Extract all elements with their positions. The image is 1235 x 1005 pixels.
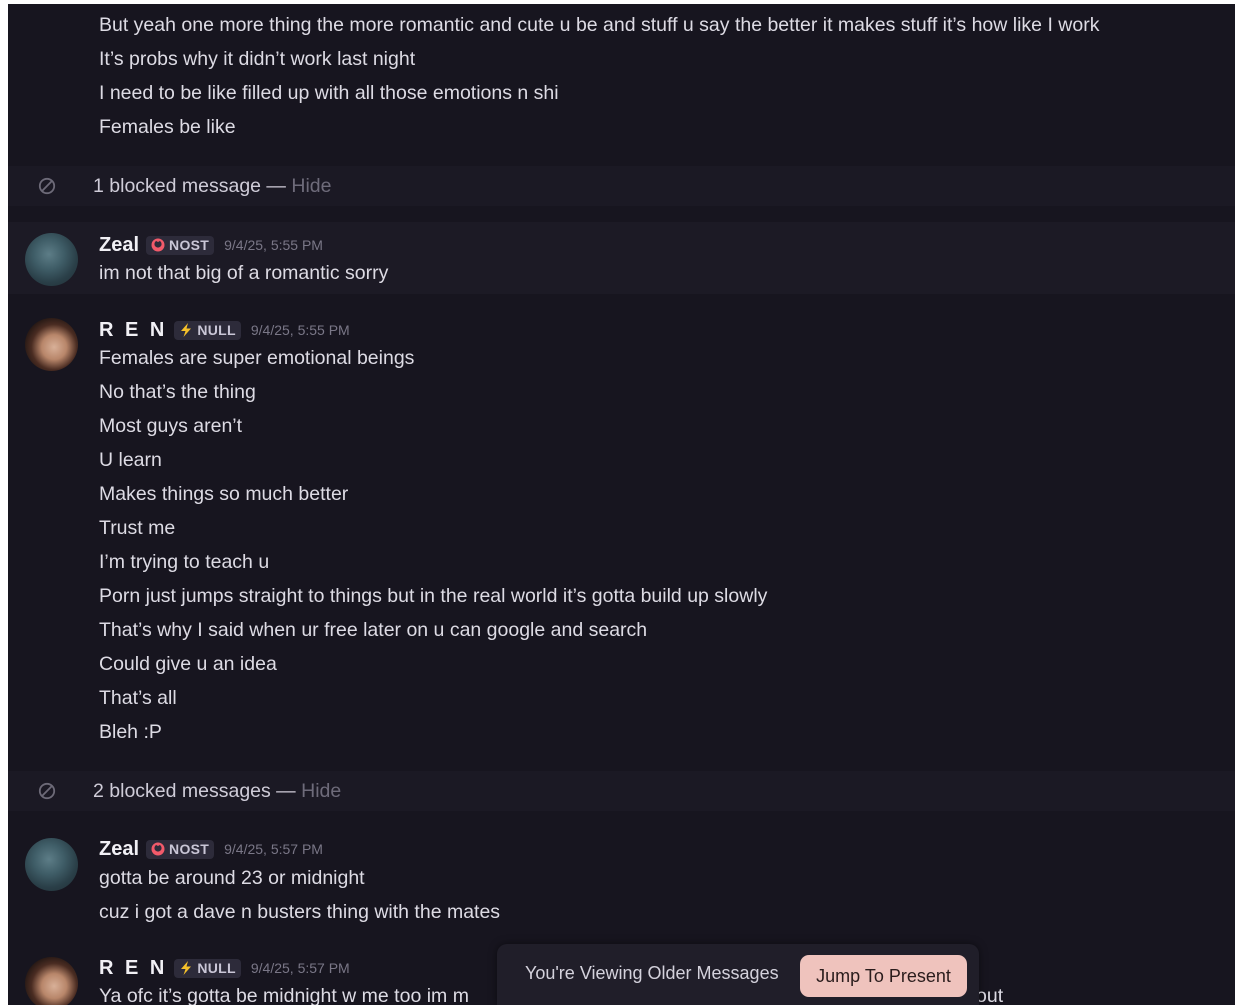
message-line: Most guys aren’t bbox=[99, 415, 243, 437]
message-line: gotta be around 23 or midnight bbox=[99, 867, 365, 889]
older-messages-label: You're Viewing Older Messages bbox=[525, 963, 779, 983]
message-header: Zeal NOST 9/4/25, 5:57 PM bbox=[99, 836, 323, 862]
message-line: Bleh :P bbox=[99, 721, 162, 743]
message-line: Could give u an idea bbox=[99, 653, 277, 675]
timestamp: 9/4/25, 5:55 PM bbox=[250, 322, 350, 338]
lightning-icon bbox=[181, 323, 192, 337]
message-line: That’s why I said when ur free later on … bbox=[99, 619, 648, 641]
avatar[interactable] bbox=[25, 957, 78, 1005]
avatar[interactable] bbox=[25, 233, 78, 286]
message-line: That’s all bbox=[99, 687, 177, 709]
message-line: I need to be like filled up with all tho… bbox=[99, 82, 559, 104]
user-tag[interactable]: NOST bbox=[146, 235, 215, 255]
tag-label: NOST bbox=[169, 841, 210, 857]
hide-link[interactable]: Hide bbox=[291, 175, 331, 197]
user-tag[interactable]: NULL bbox=[174, 958, 241, 978]
lightning-icon bbox=[181, 961, 192, 975]
ring-icon bbox=[151, 238, 165, 252]
message-line: But yeah one more thing the more romanti… bbox=[99, 14, 1100, 36]
hide-link[interactable]: Hide bbox=[301, 780, 341, 802]
message-line: Porn just jumps straight to things but i… bbox=[99, 585, 768, 607]
message-header: Zeal NOST 9/4/25, 5:55 PM bbox=[99, 232, 323, 258]
message-header: R E N NULL 9/4/25, 5:57 PM bbox=[99, 955, 350, 981]
ring-icon bbox=[151, 842, 165, 856]
avatar[interactable] bbox=[25, 318, 78, 371]
chat-panel: But yeah one more thing the more romanti… bbox=[8, 4, 1235, 1005]
message-line: im not that big of a romantic sorry bbox=[99, 262, 389, 284]
message-line: I’m trying to teach u bbox=[99, 551, 270, 573]
username[interactable]: Zeal bbox=[99, 838, 139, 861]
tag-label: NULL bbox=[197, 322, 236, 338]
tag-label: NOST bbox=[169, 237, 210, 253]
timestamp: 9/4/25, 5:57 PM bbox=[250, 960, 350, 976]
message-line: Makes things so much better bbox=[99, 483, 349, 505]
older-messages-bar: You're Viewing Older Messages Jump To Pr… bbox=[497, 944, 979, 1005]
blocked-count-label: 1 blocked message — bbox=[93, 175, 286, 197]
message-line: Females be like bbox=[99, 116, 236, 138]
username[interactable]: Zeal bbox=[99, 234, 139, 257]
blocked-count-label: 2 blocked messages — bbox=[93, 780, 296, 802]
blocked-message-bar: 2 blocked messages — Hide bbox=[8, 771, 1235, 811]
message-line: Trust me bbox=[99, 517, 176, 539]
username[interactable]: R E N bbox=[99, 957, 167, 980]
timestamp: 9/4/25, 5:57 PM bbox=[224, 841, 323, 857]
message-line-tail: out bbox=[976, 985, 1004, 1005]
blocked-message-bar: 1 blocked message — Hide bbox=[8, 166, 1235, 206]
tag-label: NULL bbox=[197, 960, 236, 976]
user-tag[interactable]: NULL bbox=[174, 320, 241, 340]
message-line: It’s probs why it didn’t work last night bbox=[99, 48, 416, 70]
message-line: Females are super emotional beings bbox=[99, 347, 415, 369]
username[interactable]: R E N bbox=[99, 319, 167, 342]
message-line: Ya ofc it’s gotta be midnight w me too i… bbox=[99, 985, 469, 1005]
message-line: U learn bbox=[99, 449, 162, 471]
message-line: cuz i got a dave n busters thing with th… bbox=[99, 901, 501, 923]
avatar[interactable] bbox=[25, 838, 78, 891]
timestamp: 9/4/25, 5:55 PM bbox=[224, 237, 323, 253]
jump-to-present-button[interactable]: Jump To Present bbox=[800, 955, 967, 997]
user-tag[interactable]: NOST bbox=[146, 839, 215, 859]
ban-icon bbox=[38, 782, 56, 800]
ban-icon bbox=[38, 177, 56, 195]
message-header: R E N NULL 9/4/25, 5:55 PM bbox=[99, 317, 350, 343]
message-line: No that’s the thing bbox=[99, 381, 256, 403]
